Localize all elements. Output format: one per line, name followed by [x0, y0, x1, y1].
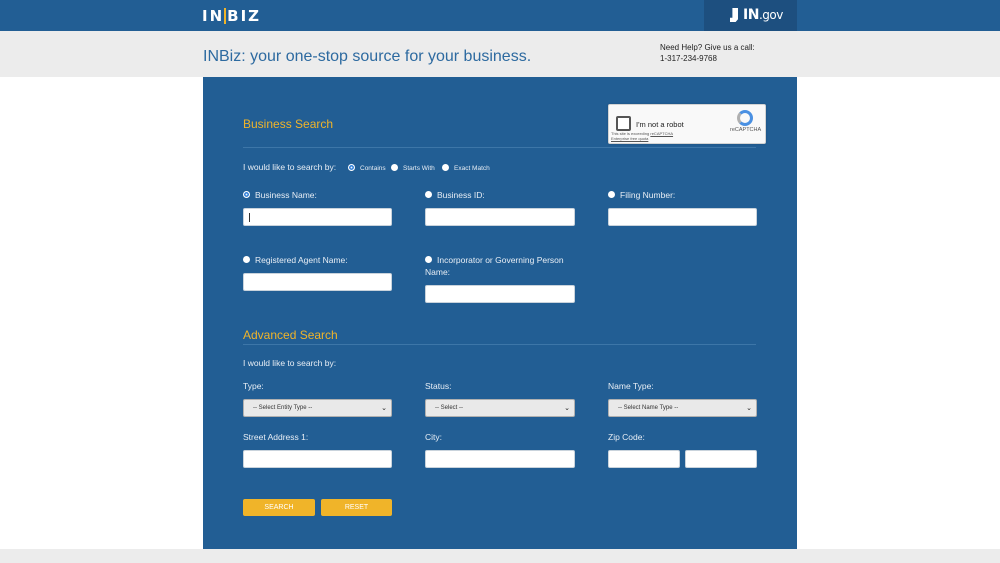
advanced-search-title: Advanced Search	[243, 328, 338, 342]
indiana-state-icon	[730, 8, 738, 22]
street-address-input[interactable]	[243, 450, 392, 468]
radio-contains-label: Contains	[360, 165, 386, 172]
ingov-logo[interactable]: IN.gov	[704, 0, 797, 31]
radio-contains[interactable]	[348, 164, 355, 171]
radio-filing-number[interactable]	[608, 191, 615, 198]
logo-divider	[224, 8, 227, 24]
logo-right-text: BIZ	[227, 7, 262, 25]
incorporator-input[interactable]	[425, 285, 575, 303]
recaptcha-brand: reCAPTCHA	[730, 127, 762, 133]
ingov-logo-text: IN.gov	[743, 7, 783, 23]
radio-starts-with[interactable]	[391, 164, 398, 171]
advanced-search-by-label: I would like to search by:	[243, 358, 337, 368]
footer-band	[0, 549, 1000, 563]
chevron-down-icon: ⌄	[564, 405, 570, 412]
incorporator-label-line1: Incorporator or Governing Person	[437, 255, 564, 265]
business-id-input[interactable]	[425, 208, 575, 226]
help-contact: Need Help? Give us a call: 1-317-234-976…	[660, 42, 755, 64]
zip-code-extension-input[interactable]	[685, 450, 757, 468]
search-by-label: I would like to search by:	[243, 162, 337, 172]
entity-type-value: -- Select Entity Type --	[253, 405, 313, 411]
text-caret	[249, 213, 250, 222]
registered-agent-input[interactable]	[243, 273, 392, 291]
section-divider	[243, 344, 756, 345]
fine-print-link-quota[interactable]: Enterprise free quota	[611, 136, 648, 141]
radio-business-name[interactable]	[243, 191, 250, 198]
page-tagline: INBiz: your one-stop source for your bus…	[203, 48, 532, 65]
logo-left-text: IN	[202, 7, 225, 25]
type-label: Type:	[243, 381, 264, 391]
ingov-bold: IN	[743, 7, 759, 23]
name-type-value: -- Select Name Type --	[618, 405, 679, 411]
fine-print-link[interactable]: reCAPTCHA	[650, 131, 673, 136]
help-phone[interactable]: 1-317-234-9768	[660, 53, 755, 64]
chevron-down-icon: ⌄	[746, 405, 752, 412]
recaptcha-fine-print: This site is exceeding reCAPTCHA Enterpr…	[611, 131, 691, 141]
name-type-label: Name Type:	[608, 381, 654, 391]
city-input[interactable]	[425, 450, 575, 468]
name-type-select[interactable]: -- Select Name Type -- ⌄	[608, 399, 757, 417]
status-value: -- Select --	[435, 405, 464, 411]
status-label: Status:	[425, 381, 452, 391]
recaptcha-widget[interactable]: I'm not a robot reCAPTCHA This site is e…	[608, 104, 766, 144]
radio-registered-agent[interactable]	[243, 256, 250, 263]
reset-button[interactable]: RESET	[321, 499, 392, 516]
zip-code-label: Zip Code:	[608, 432, 645, 442]
business-name-input[interactable]	[243, 208, 392, 226]
filing-number-input[interactable]	[608, 208, 757, 226]
top-navigation-bar: IN BIZ IN.gov	[0, 0, 1000, 31]
registered-agent-label: Registered Agent Name:	[255, 255, 348, 265]
city-label: City:	[425, 432, 442, 442]
business-name-label: Business Name:	[255, 190, 317, 200]
help-text: Need Help? Give us a call:	[660, 43, 755, 52]
radio-exact-match[interactable]	[442, 164, 449, 171]
business-id-label: Business ID:	[437, 190, 485, 200]
inbiz-logo[interactable]: IN BIZ	[202, 7, 261, 25]
radio-business-id[interactable]	[425, 191, 432, 198]
radio-incorporator[interactable]	[425, 256, 432, 263]
radio-exact-match-label: Exact Match	[454, 165, 490, 172]
search-button[interactable]: SEARCH	[243, 499, 315, 516]
zip-code-input[interactable]	[608, 450, 680, 468]
recaptcha-icon	[737, 110, 753, 126]
filing-number-label: Filing Number:	[620, 190, 676, 200]
business-search-title: Business Search	[243, 117, 334, 131]
status-select[interactable]: -- Select -- ⌄	[425, 399, 575, 417]
ingov-rest: .gov	[758, 8, 783, 22]
street-address-label: Street Address 1:	[243, 432, 309, 442]
recaptcha-label: I'm not a robot	[636, 120, 684, 129]
entity-type-select[interactable]: -- Select Entity Type -- ⌄	[243, 399, 392, 417]
section-divider	[243, 147, 756, 148]
chevron-down-icon: ⌄	[381, 405, 387, 412]
radio-starts-with-label: Starts With	[403, 165, 435, 172]
incorporator-label-line2: Name:	[425, 267, 451, 277]
recaptcha-checkbox[interactable]	[616, 116, 631, 131]
